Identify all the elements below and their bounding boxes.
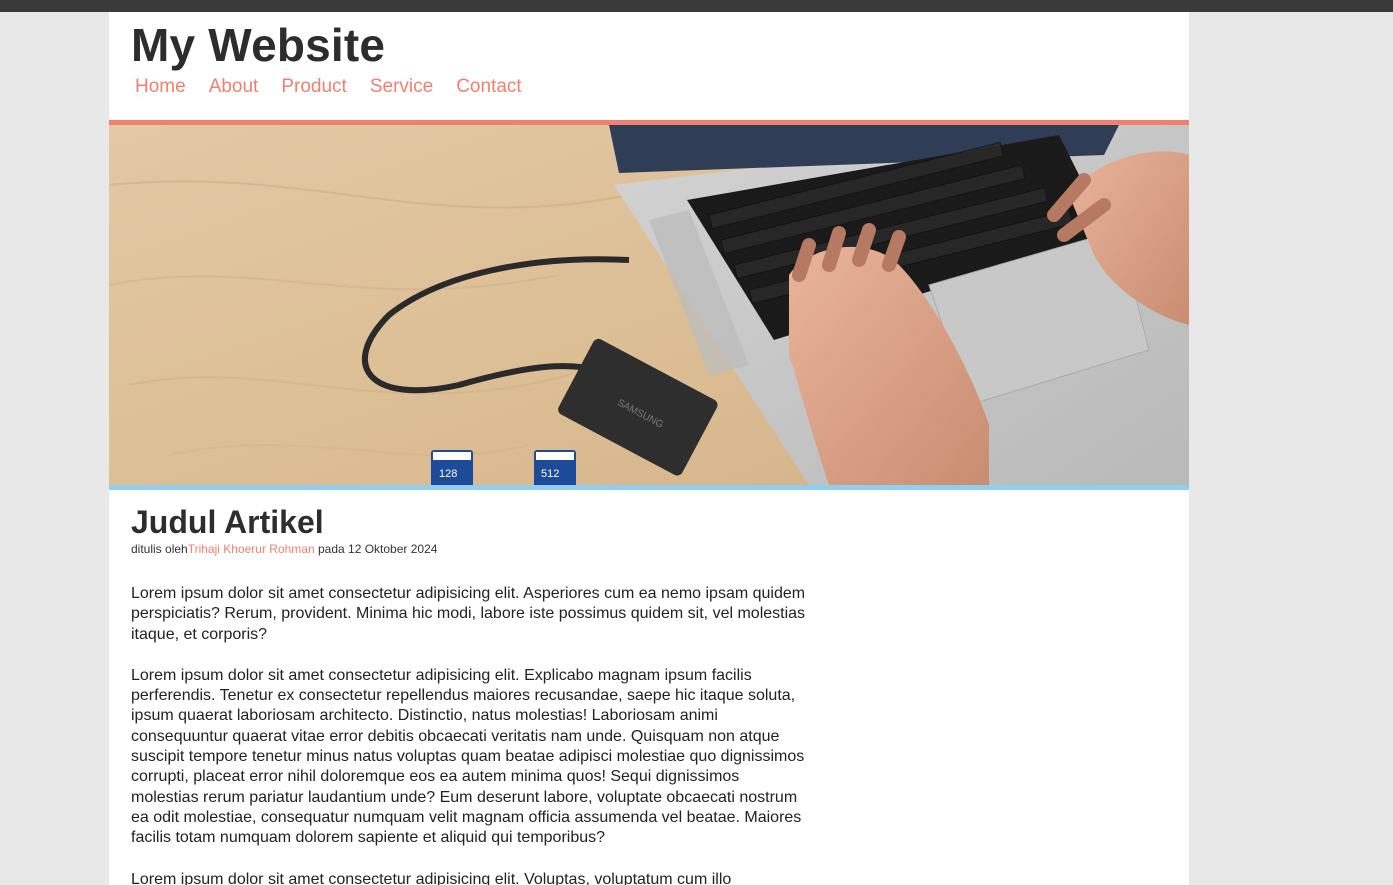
article-paragraph: Lorem ipsum dolor sit amet consectetur a… <box>131 666 805 847</box>
article-title: Judul Artikel <box>131 504 324 540</box>
nav-product-link[interactable]: Product <box>281 76 346 98</box>
article-paragraph: Lorem ipsum dolor sit amet consectetur a… <box>131 870 732 885</box>
nav-home-link[interactable]: Home <box>135 76 186 98</box>
author-link[interactable]: Trihaji Khoerur Rohman <box>188 542 315 556</box>
meta-prefix: ditulis oleh <box>131 542 188 556</box>
page-container: My Website Home About Product Service Co… <box>109 12 1189 885</box>
nav-contact-link[interactable]: Contact <box>456 76 521 98</box>
browser-top-bar <box>0 0 1393 12</box>
nav-service-link[interactable]: Service <box>370 76 433 98</box>
meta-date: pada 12 Oktober 2024 <box>314 542 438 556</box>
article-meta: ditulis olehTrihaji Khoerur Rohman pada … <box>131 542 811 556</box>
article-body: Lorem ipsum dolor sit amet consectetur a… <box>131 584 811 885</box>
site-title: My Website <box>131 19 386 71</box>
main-nav: Home About Product Service Contact <box>135 76 545 98</box>
site-header: My Website Home About Product Service Co… <box>109 12 1189 120</box>
article-paragraph: Lorem ipsum dolor sit amet consectetur a… <box>131 585 806 643</box>
hero-banner-image: SAMSUNG 128 512 <box>109 120 1189 490</box>
sd-card-128-label: 128 <box>439 468 457 480</box>
sd-card-512-label: 512 <box>541 468 559 480</box>
article: Judul Artikel ditulis olehTrihaji Khoeru… <box>131 504 811 885</box>
nav-about-link[interactable]: About <box>209 76 259 98</box>
hero-photo-laptop-typing: SAMSUNG 128 512 <box>109 125 1189 485</box>
